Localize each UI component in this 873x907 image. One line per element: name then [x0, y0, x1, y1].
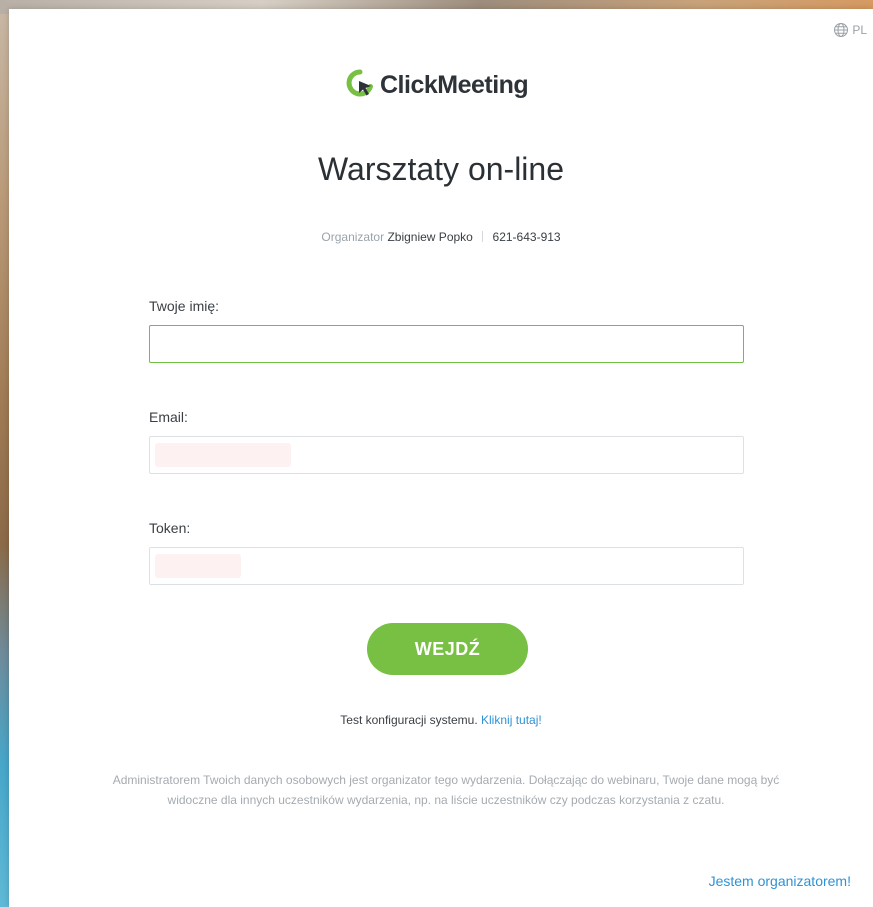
email-redaction: [155, 443, 291, 467]
language-code: PL: [852, 23, 867, 37]
token-label: Token:: [149, 520, 191, 536]
organizer-info: Organizator Zbigniew Popko 621-643-913: [9, 230, 873, 244]
organizer-label: Organizator: [321, 230, 385, 244]
logo-text: ClickMeeting: [380, 71, 529, 99]
email-label: Email:: [149, 409, 188, 425]
divider: [482, 231, 484, 242]
privacy-notice: Administratorem Twoich danych osobowych …: [112, 773, 780, 807]
organizer-login-link[interactable]: Jestem organizatorem!: [709, 873, 851, 889]
organizer-name: Zbigniew Popko: [387, 230, 473, 244]
name-label: Twoje imię:: [149, 298, 220, 314]
join-event-card: PL ClickMeeting Warsztaty on-line Organi…: [9, 9, 873, 907]
name-input[interactable]: [149, 325, 744, 363]
event-title: Warsztaty on-line: [318, 151, 564, 187]
enter-button[interactable]: WEJDŹ: [367, 623, 528, 675]
system-check-text: Test konfiguracji systemu.: [340, 713, 478, 727]
clickmeeting-logo: ClickMeeting: [346, 69, 529, 102]
language-switcher[interactable]: PL: [833, 22, 867, 38]
system-check-link[interactable]: Kliknij tutaj!: [481, 713, 542, 727]
event-id: 621-643-913: [492, 230, 561, 244]
globe-icon: [833, 22, 849, 38]
system-check: Test konfiguracji systemu. Kliknij tutaj…: [9, 713, 873, 727]
clickmeeting-logo-icon: [346, 69, 374, 102]
token-redaction: [155, 554, 241, 578]
